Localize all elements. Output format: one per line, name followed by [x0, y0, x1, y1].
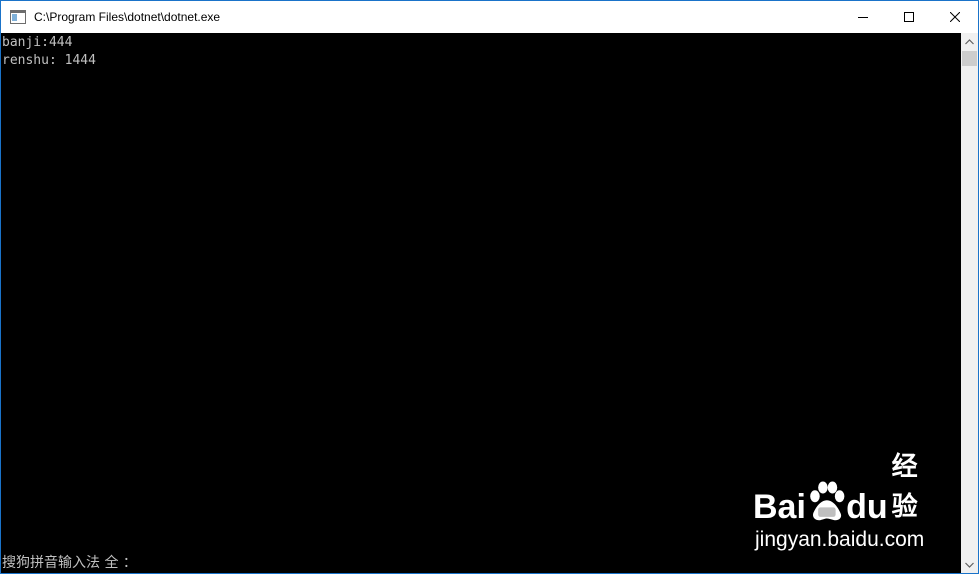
maximize-button[interactable] — [886, 1, 932, 33]
maximize-icon — [904, 12, 914, 22]
chevron-down-icon — [965, 562, 974, 568]
scroll-thumb[interactable] — [962, 51, 977, 66]
console-line: banji:444 — [2, 35, 73, 50]
ime-status-bar: 搜狗拼音输入法 全 ： — [2, 555, 137, 571]
chevron-up-icon — [965, 38, 974, 44]
caption-buttons — [840, 1, 978, 33]
close-button[interactable] — [932, 1, 978, 33]
console-line: renshu: 1444 — [2, 53, 96, 68]
console-output[interactable]: banji:444 renshu: 1444 搜狗拼音输入法 全 ： — [1, 33, 961, 573]
close-icon — [950, 12, 960, 22]
title-bar[interactable]: C:\Program Files\dotnet\dotnet.exe — [1, 1, 978, 33]
scroll-down-button[interactable] — [961, 556, 978, 573]
vertical-scrollbar[interactable] — [961, 33, 978, 573]
minimize-button[interactable] — [840, 1, 886, 33]
console-app-icon[interactable] — [10, 9, 26, 25]
console-window: C:\Program Files\dotnet\dotnet.exe banji… — [0, 0, 979, 574]
window-title: C:\Program Files\dotnet\dotnet.exe — [34, 10, 221, 24]
scroll-up-button[interactable] — [961, 33, 978, 50]
minimize-icon — [858, 17, 868, 18]
